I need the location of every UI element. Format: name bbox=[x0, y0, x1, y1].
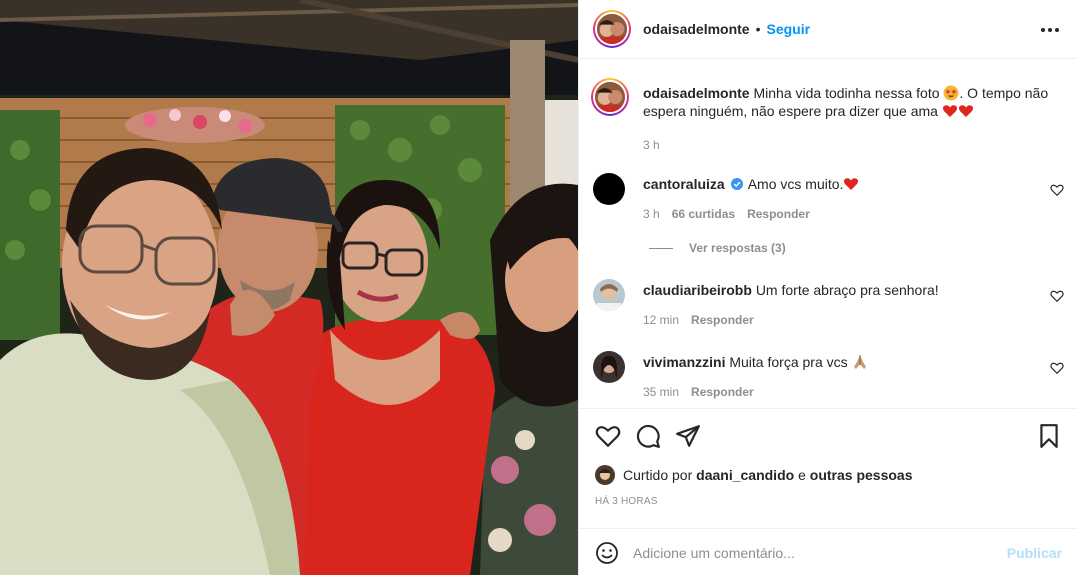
liked-others[interactable]: outras pessoas bbox=[810, 467, 913, 483]
comment-likes-count[interactable]: 66 curtidas bbox=[672, 205, 735, 223]
follow-button[interactable]: Seguir bbox=[767, 21, 811, 37]
red-heart-emoji-icon bbox=[958, 105, 973, 117]
comments-section: odaisadelmonte Minha vida todinha nessa … bbox=[579, 60, 1077, 408]
caption-text-1: Minha vida todinha nessa foto bbox=[753, 85, 940, 101]
family-selfie-image bbox=[0, 0, 578, 575]
like-comment-heart-icon[interactable] bbox=[1050, 289, 1064, 303]
comment-input[interactable] bbox=[633, 544, 993, 561]
comment-username[interactable]: claudiaribeirobb bbox=[643, 282, 752, 298]
comment-body: vivimanzzini Muita força pra vcs 35 min … bbox=[643, 353, 868, 401]
add-comment-bar: Publicar bbox=[579, 528, 1077, 575]
separator-dot: • bbox=[755, 21, 761, 37]
reply-button[interactable]: Responder bbox=[691, 311, 754, 329]
instagram-post-view: odaisadelmonte • Seguir odaisadelmonte M… bbox=[0, 0, 1077, 575]
caption: odaisadelmonte Minha vida todinha nessa … bbox=[591, 78, 1063, 154]
post-side-panel: odaisadelmonte • Seguir odaisadelmonte M… bbox=[578, 0, 1077, 575]
comment-avatar[interactable] bbox=[593, 279, 625, 311]
liked-user[interactable]: daani_candido bbox=[696, 467, 794, 483]
like-comment-heart-icon[interactable] bbox=[1050, 183, 1064, 197]
comment-bubble-icon[interactable] bbox=[635, 423, 661, 449]
author-avatar[interactable] bbox=[593, 10, 631, 48]
caption-body: odaisadelmonte Minha vida todinha nessa … bbox=[643, 84, 1063, 154]
comment-meta: 35 min Responder bbox=[643, 383, 868, 401]
comment-meta: 12 min Responder bbox=[643, 311, 939, 329]
comment-claudiaribeirobb: claudiaribeirobb Um forte abraço pra sen… bbox=[593, 279, 939, 329]
liked-prefix: Curtido por bbox=[623, 467, 693, 483]
caption-meta: 3 h bbox=[643, 136, 1063, 154]
red-heart-emoji-icon bbox=[844, 178, 859, 190]
author-avatar-image bbox=[597, 14, 627, 44]
more-options-icon[interactable] bbox=[1038, 18, 1062, 42]
publish-button[interactable]: Publicar bbox=[1007, 545, 1062, 561]
comment-time: 12 min bbox=[643, 313, 680, 327]
caption-time: 3 h bbox=[643, 138, 660, 152]
emoji-smiley-icon[interactable] bbox=[595, 541, 619, 565]
comment-time: 3 h bbox=[643, 207, 660, 221]
comment-avatar[interactable] bbox=[593, 173, 625, 205]
liker-avatar[interactable] bbox=[595, 465, 615, 485]
comment-username[interactable]: vivimanzzini bbox=[643, 354, 725, 370]
praying-hands-emoji-icon bbox=[853, 355, 866, 369]
reply-button[interactable]: Responder bbox=[691, 383, 754, 401]
reply-button[interactable]: Responder bbox=[747, 205, 810, 223]
share-send-icon[interactable] bbox=[675, 423, 701, 449]
comment-username[interactable]: cantoraluiza bbox=[643, 176, 725, 192]
post-actions: Curtido por daani_candido e outras pesso… bbox=[579, 408, 1077, 575]
post-photo[interactable] bbox=[0, 0, 578, 575]
save-bookmark-icon[interactable] bbox=[1036, 423, 1062, 449]
comment-time: 35 min bbox=[643, 385, 680, 399]
comment-text: Muita força pra vcs bbox=[729, 354, 848, 370]
view-replies-button[interactable]: Ver respostas (3) bbox=[649, 241, 786, 255]
like-comment-heart-icon[interactable] bbox=[1050, 361, 1064, 375]
verified-badge-icon bbox=[730, 178, 743, 190]
comment-avatar[interactable] bbox=[593, 351, 625, 383]
replies-line bbox=[649, 247, 673, 249]
comment-cantoraluiza: cantoraluiza Amo vcs muito. 3 h 66 curti… bbox=[593, 173, 859, 223]
liked-conj: e bbox=[798, 467, 806, 483]
caption-avatar[interactable] bbox=[591, 78, 629, 116]
post-header: odaisadelmonte • Seguir bbox=[579, 0, 1077, 59]
red-heart-emoji-icon bbox=[942, 105, 957, 117]
comment-avatar-image bbox=[593, 351, 625, 383]
comment-text: Um forte abraço pra senhora! bbox=[755, 282, 939, 298]
liker-avatar-image bbox=[595, 465, 615, 485]
caption-avatar-image bbox=[595, 82, 625, 112]
comment-text: Amo vcs muito. bbox=[747, 176, 844, 192]
comment-avatar-image bbox=[593, 279, 625, 311]
view-replies-label: Ver respostas (3) bbox=[689, 241, 786, 255]
comment-body: claudiaribeirobb Um forte abraço pra sen… bbox=[643, 281, 939, 329]
liked-by: Curtido por daani_candido e outras pesso… bbox=[595, 465, 912, 485]
author-username[interactable]: odaisadelmonte bbox=[643, 21, 750, 37]
star-struck-emoji-icon bbox=[943, 85, 959, 101]
post-timestamp[interactable]: HÁ 3 HORAS bbox=[595, 496, 658, 507]
comment-meta: 3 h 66 curtidas Responder bbox=[643, 205, 859, 223]
comment-body: cantoraluiza Amo vcs muito. 3 h 66 curti… bbox=[643, 175, 859, 223]
caption-username[interactable]: odaisadelmonte bbox=[643, 85, 750, 101]
like-heart-icon[interactable] bbox=[595, 423, 621, 449]
comment-vivimanzzini: vivimanzzini Muita força pra vcs 35 min … bbox=[593, 351, 868, 401]
